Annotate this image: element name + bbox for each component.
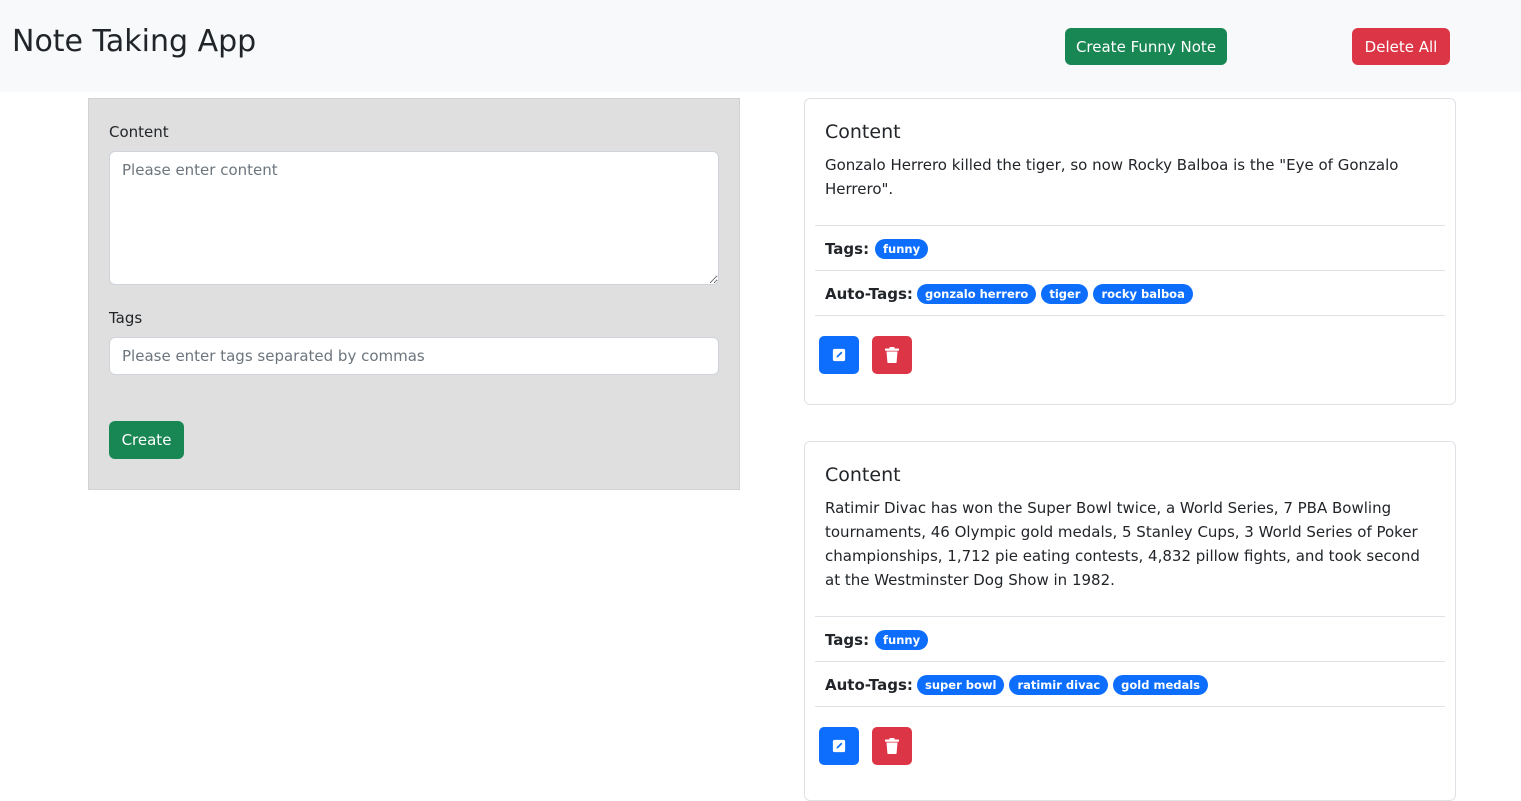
note-card: Content Gonzalo Herrero killed the tiger… bbox=[804, 98, 1456, 405]
delete-all-button[interactable]: Delete All bbox=[1352, 28, 1450, 65]
content-textarea[interactable] bbox=[109, 151, 719, 285]
delete-note-button[interactable] bbox=[872, 336, 912, 374]
pencil-square-icon bbox=[832, 348, 846, 362]
auto-tags-list: super bowl ratimir divac gold medals bbox=[917, 675, 1209, 695]
pencil-square-icon bbox=[832, 739, 846, 753]
app-title: Note Taking App bbox=[12, 24, 257, 59]
auto-tag-badge: gold medals bbox=[1113, 675, 1209, 695]
tags-list: funny bbox=[875, 630, 929, 650]
note-title: Content bbox=[825, 121, 901, 143]
auto-tag-badge: ratimir divac bbox=[1009, 675, 1109, 695]
tag-badge: funny bbox=[875, 239, 929, 259]
auto-tags-row-label: Auto-Tags: bbox=[825, 285, 913, 303]
note-form: Content Tags Create bbox=[88, 98, 740, 490]
tag-badge: funny bbox=[875, 630, 929, 650]
auto-tags-row-label: Auto-Tags: bbox=[825, 676, 913, 694]
auto-tag-badge: rocky balboa bbox=[1093, 284, 1193, 304]
trash-icon bbox=[885, 347, 899, 363]
note-title: Content bbox=[825, 464, 901, 486]
trash-icon bbox=[885, 738, 899, 754]
auto-tag-badge: super bowl bbox=[917, 675, 1005, 695]
divider bbox=[815, 661, 1445, 662]
auto-tags-list: gonzalo herrero tiger rocky balboa bbox=[917, 284, 1193, 304]
note-text: Gonzalo Herrero killed the tiger, so now… bbox=[825, 156, 1399, 198]
divider bbox=[815, 616, 1445, 617]
divider bbox=[815, 315, 1445, 316]
create-funny-note-button[interactable]: Create Funny Note bbox=[1065, 28, 1227, 65]
edit-note-button[interactable] bbox=[819, 336, 859, 374]
auto-tag-badge: tiger bbox=[1041, 284, 1089, 304]
tags-list: funny bbox=[875, 239, 929, 259]
navbar: Note Taking App Create Funny Note Delete… bbox=[0, 0, 1521, 92]
content-label: Content bbox=[109, 123, 169, 141]
tags-row-label: Tags: bbox=[825, 631, 870, 649]
create-button[interactable]: Create bbox=[109, 421, 184, 459]
divider bbox=[815, 225, 1445, 226]
note-card: Content Ratimir Divac has won the Super … bbox=[804, 441, 1456, 801]
delete-note-button[interactable] bbox=[872, 727, 912, 765]
tags-input[interactable] bbox=[109, 337, 719, 375]
note-text: Ratimir Divac has won the Super Bowl twi… bbox=[825, 499, 1420, 589]
divider bbox=[815, 706, 1445, 707]
auto-tag-badge: gonzalo herrero bbox=[917, 284, 1037, 304]
edit-note-button[interactable] bbox=[819, 727, 859, 765]
tags-row-label: Tags: bbox=[825, 240, 870, 258]
tags-label: Tags bbox=[109, 309, 143, 327]
divider bbox=[815, 270, 1445, 271]
